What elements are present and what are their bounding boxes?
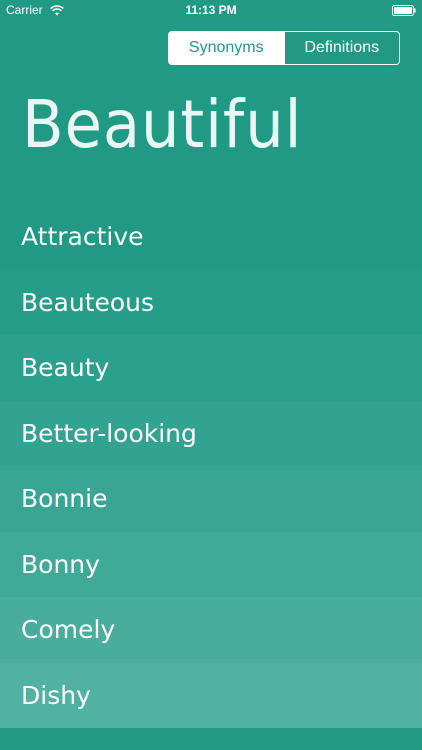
synonym-row-bonny[interactable]: Bonny [0,531,422,597]
synonym-row-beauteous[interactable]: Beauteous [0,269,422,335]
synonym-row-better-looking[interactable]: Better-looking [0,400,422,466]
synonym-row-attractive[interactable]: Attractive [0,204,422,270]
headword-title: Beautiful [22,86,303,163]
synonym-row-comely[interactable]: Comely [0,597,422,663]
synonym-row-bonnie[interactable]: Bonnie [0,466,422,532]
synonym-row-beauty[interactable]: Beauty [0,335,422,401]
tab-definitions[interactable]: Definitions [283,32,400,64]
clock: 11:13 PM [185,3,237,17]
synonym-row-dishy[interactable]: Dishy [0,662,422,728]
status-bar: Carrier 11:13 PM [0,0,422,22]
segmented-control: Synonyms Definitions [168,31,400,65]
synonym-list: Attractive Beauteous Beauty Better-looki… [0,204,422,728]
tab-synonyms[interactable]: Synonyms [169,32,284,64]
battery-icon [392,5,416,16]
